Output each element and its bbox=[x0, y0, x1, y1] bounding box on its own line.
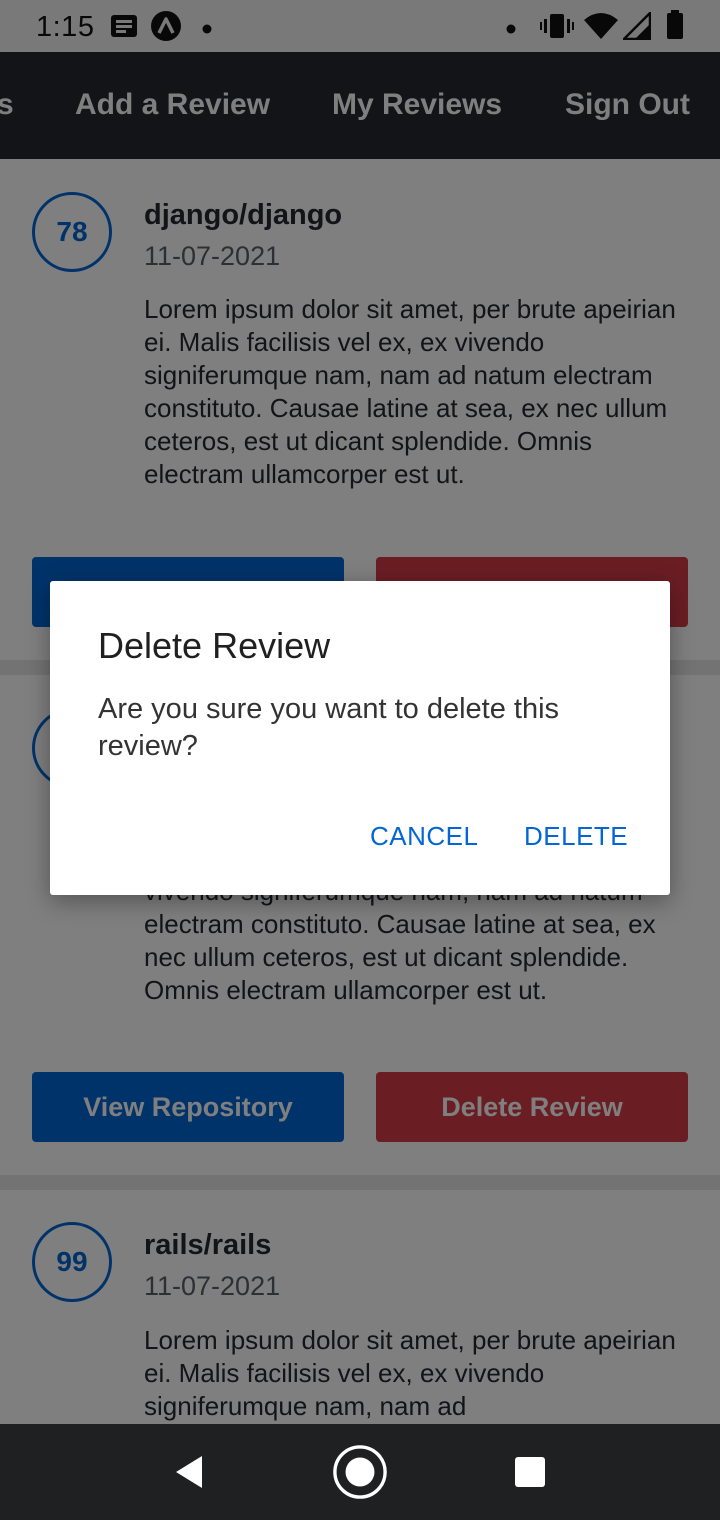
delete-review-dialog: Delete Review Are you sure you want to d… bbox=[50, 581, 670, 895]
recents-icon[interactable] bbox=[502, 1444, 558, 1500]
dialog-message: Are you sure you want to delete this rev… bbox=[98, 693, 560, 762]
system-nav-bar bbox=[0, 1424, 720, 1520]
back-icon[interactable] bbox=[161, 1444, 217, 1500]
delete-confirm-button[interactable]: DELETE bbox=[524, 821, 628, 852]
home-icon[interactable] bbox=[332, 1444, 388, 1500]
dialog-title: Delete Review bbox=[98, 625, 331, 666]
cancel-button[interactable]: CANCEL bbox=[370, 821, 478, 852]
